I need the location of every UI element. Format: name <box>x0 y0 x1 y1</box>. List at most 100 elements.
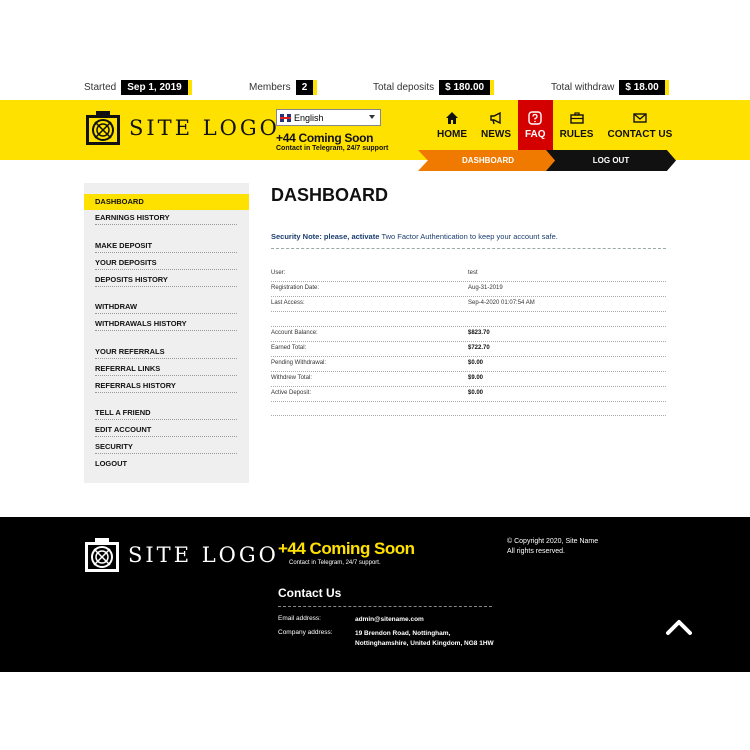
stat-value: Sep 1, 2019 <box>121 80 192 95</box>
address-value: 19 Brendon Road, Nottingham, Nottinghams… <box>355 630 494 647</box>
nav-label: HOME <box>437 128 467 140</box>
balance-label: Active Deposit: <box>271 390 312 396</box>
sidebar-item-referrals-history[interactable]: REFERRALS HISTORY <box>95 379 237 393</box>
security-note-prefix: Security Note: please, activate <box>271 232 382 241</box>
stat-value: $ 18.00 <box>619 80 669 95</box>
uk-flag-icon <box>280 113 291 122</box>
info-value: test <box>468 270 478 276</box>
home-icon <box>446 111 458 124</box>
info-row-registration-date: Registration Date: Aug-31-2019 <box>271 282 666 297</box>
nav-label: CONTACT US <box>607 128 673 140</box>
balance-row-pending-withdrawal: Pending Withdrawal: $0.00 <box>271 357 666 372</box>
stat-label: Total deposits <box>373 82 435 93</box>
stat-label: Members <box>249 82 291 93</box>
nav-label: NEWS <box>481 128 511 140</box>
footer-logo[interactable]: SITE LOGO <box>84 537 279 573</box>
site-footer: SITE LOGO +44 Coming Soon Contact in Tel… <box>0 517 750 672</box>
sidebar-item-dashboard[interactable]: DASHBOARD <box>84 194 249 210</box>
logo-text: SITE LOGO <box>128 543 279 567</box>
copyright-line: © Copyright 2020, Site Name <box>507 538 599 545</box>
info-row-spacer <box>271 312 666 327</box>
balance-value: $0.00 <box>468 360 484 366</box>
sidebar-item-edit-account[interactable]: EDIT ACCOUNT <box>95 423 237 437</box>
sidebar-item-deposits-history[interactable]: DEPOSITS HISTORY <box>95 273 237 287</box>
language-value: English <box>294 112 324 123</box>
info-label: Last Access: <box>271 300 305 306</box>
two-factor-link[interactable]: Two Factor Authentication <box>381 232 467 241</box>
phone-subtext: Contact in Telegram, 24/7 support <box>276 145 389 152</box>
email-value[interactable]: admin@sitename.com <box>355 615 495 625</box>
phone-number: +44 Coming Soon <box>278 539 415 558</box>
balance-label: Earned Total: <box>271 345 307 351</box>
security-note-suffix: to keep your account safe. <box>467 232 558 241</box>
main-nav: HOME NEWS FAQ RULES CONTACT US <box>430 100 679 150</box>
nav-news[interactable]: NEWS <box>474 100 518 150</box>
envelope-icon <box>633 112 647 123</box>
phone-subtext: Contact in Telegram, 24/7 support. <box>289 560 381 566</box>
sidebar-item-earnings-history[interactable]: EARNINGS HISTORY <box>95 211 237 225</box>
language-select[interactable]: English <box>276 109 381 126</box>
briefcase-icon <box>569 111 584 124</box>
address-label: Company address: <box>278 629 333 636</box>
balance-value: $9.00 <box>468 375 484 381</box>
footer-phone: +44 Coming Soon Contact in Telegram, 24/… <box>278 539 415 566</box>
sidebar-item-tell-a-friend[interactable]: TELL A FRIEND <box>95 406 237 420</box>
scroll-to-top-icon[interactable] <box>665 618 693 636</box>
info-row-last-access: Last Access: Sep-4-2020 01:07:54 AM <box>271 297 666 312</box>
info-label: User: <box>271 270 286 276</box>
nav-label: FAQ <box>525 128 546 140</box>
megaphone-icon <box>490 111 501 124</box>
logo-miner-icon <box>86 111 120 145</box>
nav-faq[interactable]: FAQ <box>518 100 553 150</box>
sidebar-item-security[interactable]: SECURITY <box>95 440 237 454</box>
stat-value: $ 180.00 <box>439 80 495 95</box>
info-value: Sep-4-2020 01:07:54 AM <box>468 300 535 306</box>
email-label: Email address: <box>278 615 321 622</box>
stat-started: Started Sep 1, 2019 <box>84 80 192 95</box>
sidebar-item-your-deposits[interactable]: YOUR DEPOSITS <box>95 256 237 270</box>
question-icon <box>528 110 542 125</box>
sidebar-item-withdrawals-history[interactable]: WITHDRAWALS HISTORY <box>95 317 237 331</box>
sidebar-item-withdraw[interactable]: WITHDRAW <box>95 300 237 314</box>
sidebar-item-referral-links[interactable]: REFERRAL LINKS <box>95 362 237 376</box>
stat-value: 2 <box>295 80 318 95</box>
balance-row-active-deposit: Active Deposit: $0.00 <box>271 387 666 402</box>
balance-value: $722.70 <box>468 345 490 351</box>
sidebar-item-make-deposit[interactable]: MAKE DEPOSIT <box>95 239 237 253</box>
balance-label: Account Balance: <box>271 330 318 336</box>
page-title: DASHBOARD <box>271 185 388 205</box>
rights-line: All rights reserved. <box>507 548 565 555</box>
stat-label: Total withdraw <box>551 82 615 93</box>
balance-value: $0.00 <box>468 390 484 396</box>
subnav-logout[interactable]: LOG OUT <box>546 150 676 171</box>
stat-members: Members 2 <box>249 80 318 95</box>
info-value: Aug-31-2019 <box>468 285 503 291</box>
account-subnav: DASHBOARD LOG OUT <box>418 150 676 171</box>
stat-total-withdraw: Total withdraw $ 18.00 <box>551 80 669 95</box>
subnav-dashboard[interactable]: DASHBOARD <box>418 150 558 171</box>
nav-rules[interactable]: RULES <box>553 100 601 150</box>
balance-row-withdrew-total: Withdrew Total: $9.00 <box>271 372 666 387</box>
phone-number: +44 Coming Soon <box>276 131 374 145</box>
account-sidebar: DASHBOARD EARNINGS HISTORY MAKE DEPOSIT … <box>84 183 249 483</box>
dashboard-content: DASHBOARD Security Note: please, activat… <box>271 183 666 416</box>
nav-label: RULES <box>559 128 594 140</box>
logo-text: SITE LOGO <box>129 116 280 140</box>
balance-row-account-balance: Account Balance: $823.70 <box>271 327 666 342</box>
sidebar-item-logout[interactable]: LOGOUT <box>95 457 237 471</box>
info-label: Registration Date: <box>271 285 320 291</box>
balance-value: $823.70 <box>468 330 490 336</box>
balance-row-spacer <box>271 401 666 416</box>
balance-label: Pending Withdrawal: <box>271 360 327 366</box>
sidebar-item-your-referrals[interactable]: YOUR REFERRALS <box>95 345 237 359</box>
info-row-user: User: test <box>271 267 666 282</box>
site-stats-bar: Started Sep 1, 2019 Members 2 Total depo… <box>0 78 750 98</box>
nav-home[interactable]: HOME <box>430 100 474 150</box>
stat-total-deposits: Total deposits $ 180.00 <box>373 80 495 95</box>
balance-label: Withdrew Total: <box>271 375 312 381</box>
nav-contact-us[interactable]: CONTACT US <box>600 100 679 150</box>
copyright: © Copyright 2020, Site Name All rights r… <box>507 537 598 557</box>
site-logo[interactable]: SITE LOGO <box>85 110 280 146</box>
stat-label: Started <box>84 82 117 93</box>
security-note: Security Note: please, activate Two Fact… <box>271 232 666 249</box>
